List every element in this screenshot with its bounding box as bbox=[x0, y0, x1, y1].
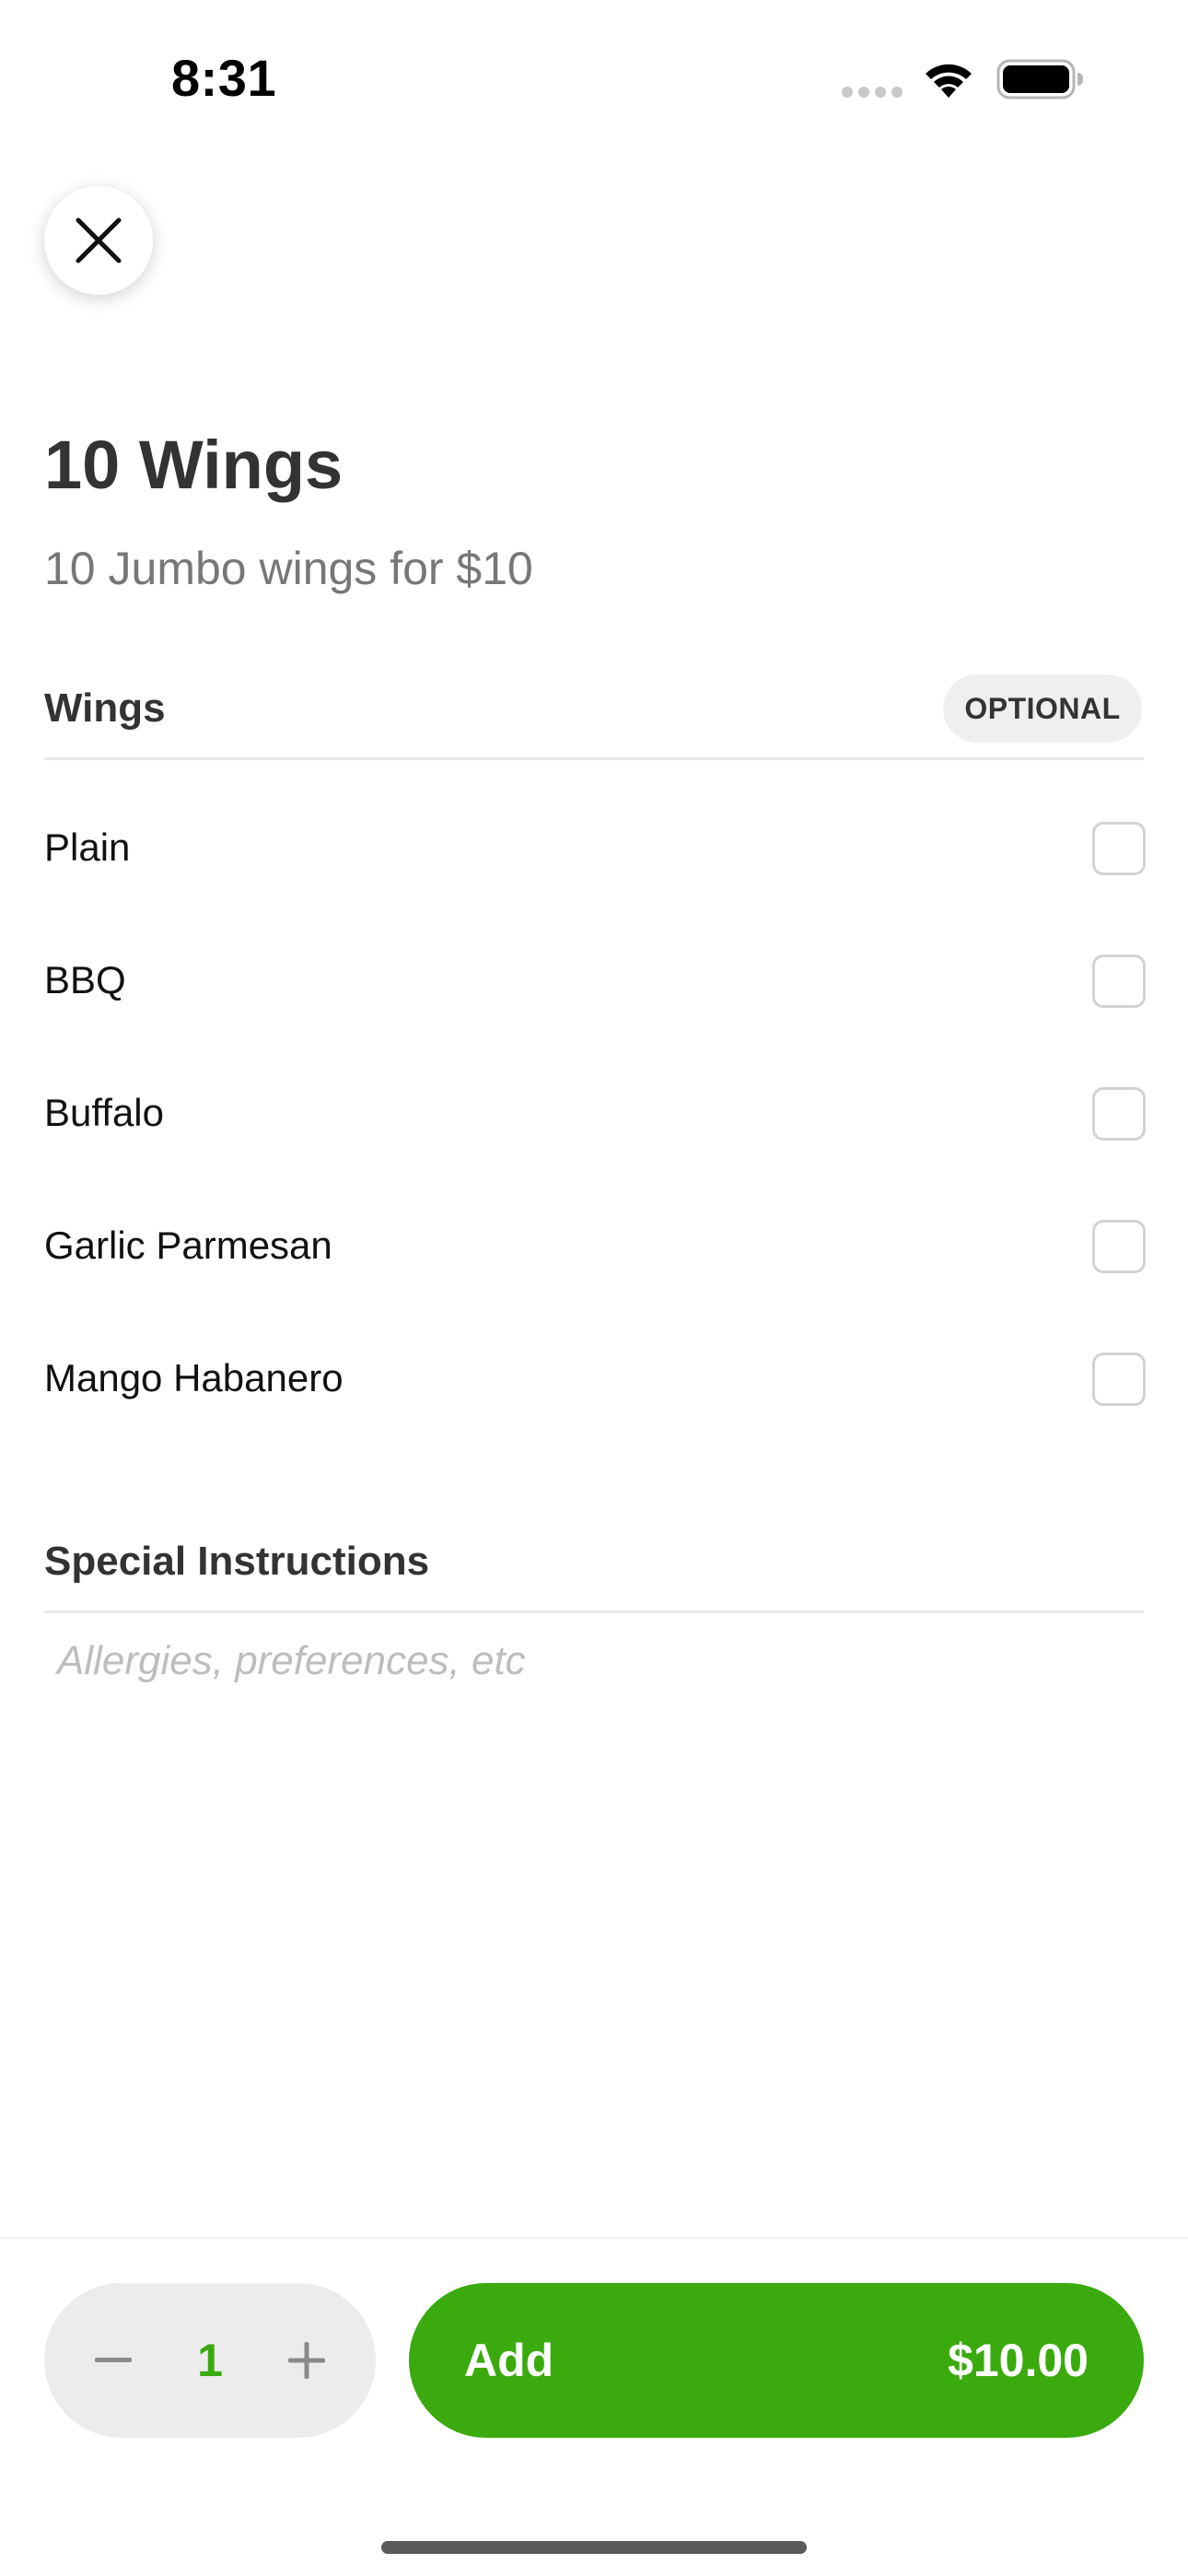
checkbox-bbq[interactable] bbox=[1092, 954, 1146, 1008]
plus-icon bbox=[288, 2342, 325, 2379]
quantity-value: 1 bbox=[197, 2335, 223, 2386]
decrease-quantity-button[interactable] bbox=[44, 2283, 182, 2438]
minus-icon bbox=[95, 2358, 132, 2362]
battery-icon bbox=[996, 59, 1085, 104]
checkbox-plain[interactable] bbox=[1092, 822, 1146, 875]
item-description: 10 Jumbo wings for $10 bbox=[44, 543, 533, 594]
checkbox-garlic-parmesan[interactable] bbox=[1092, 1220, 1146, 1273]
option-label-bbq[interactable]: BBQ bbox=[44, 958, 126, 1002]
status-time: 8:31 bbox=[171, 49, 277, 107]
instructions-input[interactable]: Allergies, preferences, etc bbox=[57, 1638, 526, 1684]
wings-section-title: Wings bbox=[44, 685, 166, 731]
item-title: 10 Wings bbox=[44, 427, 344, 503]
bottom-bar-divider bbox=[0, 2237, 1188, 2239]
increase-quantity-button[interactable] bbox=[238, 2283, 376, 2438]
optional-badge: OPTIONAL bbox=[943, 674, 1142, 743]
option-label-garlic-parmesan[interactable]: Garlic Parmesan bbox=[44, 1224, 332, 1268]
add-price: $10.00 bbox=[948, 2335, 1089, 2386]
close-button[interactable] bbox=[44, 186, 153, 295]
add-to-cart-button[interactable]: Add $10.00 bbox=[409, 2283, 1144, 2438]
signal-icon bbox=[842, 87, 904, 100]
home-indicator bbox=[381, 2541, 807, 2554]
option-label-mango-habanero[interactable]: Mango Habanero bbox=[44, 1356, 344, 1400]
instructions-divider bbox=[44, 1610, 1144, 1613]
wifi-icon bbox=[921, 57, 976, 104]
wings-divider bbox=[44, 757, 1144, 760]
option-label-buffalo[interactable]: Buffalo bbox=[44, 1091, 164, 1135]
instructions-title: Special Instructions bbox=[44, 1539, 430, 1584]
option-label-plain[interactable]: Plain bbox=[44, 825, 130, 870]
close-icon bbox=[76, 217, 122, 263]
checkbox-mango-habanero[interactable] bbox=[1092, 1352, 1146, 1406]
checkbox-buffalo[interactable] bbox=[1092, 1087, 1146, 1141]
add-label: Add bbox=[464, 2335, 554, 2386]
